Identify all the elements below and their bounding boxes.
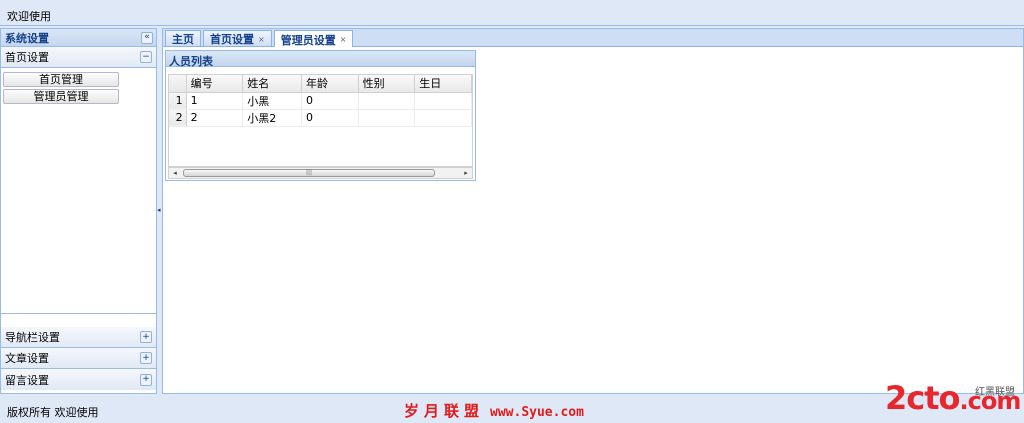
tab-label: 主页 xyxy=(172,33,194,46)
table-row[interactable]: 1 1 小黑 0 xyxy=(169,92,472,110)
splitter-arrow-icon[interactable]: ◂ xyxy=(157,206,161,214)
collapse-section-icon[interactable]: − xyxy=(140,51,152,63)
table-cell: 1 xyxy=(186,92,244,110)
row-number-header xyxy=(169,75,187,93)
close-icon[interactable]: × xyxy=(258,35,265,44)
column-header-birthday[interactable]: 生日 xyxy=(414,75,472,93)
site-logo: 2cto.com 红黑联盟 xyxy=(885,380,1021,420)
table-cell: 2 xyxy=(186,109,244,127)
person-grid-panel: 人员列表 编号 姓名 年龄 性别 生日 1 1 小黑 0 2 2 小黑2 0 ◂… xyxy=(165,50,476,181)
table-cell: 小黑 xyxy=(242,92,302,110)
logo-cn: 红黑联盟 xyxy=(975,387,1015,398)
expand-section-icon[interactable]: + xyxy=(140,331,152,343)
watermark-text: 岁月联盟 www.Syue.com xyxy=(404,400,584,421)
table-cell xyxy=(414,109,472,127)
row-number: 2 xyxy=(169,109,187,127)
horizontal-scrollbar[interactable]: ◂ ||| ▸ xyxy=(168,167,473,179)
accordion-header-nav-settings[interactable]: 导航栏设置 + xyxy=(1,327,156,348)
top-banner: 欢迎使用 xyxy=(0,0,1024,26)
home-manage-button[interactable]: 首页管理 xyxy=(3,72,119,87)
tab-label: 管理员设置 xyxy=(280,33,336,47)
admin-manage-button[interactable]: 管理员管理 xyxy=(3,89,119,104)
table-cell: 0 xyxy=(301,92,359,110)
collapse-west-icon[interactable]: « xyxy=(141,31,153,44)
tab-strip: 主页 首页设置 × 管理员设置 × xyxy=(163,29,1023,47)
center-panel: 主页 首页设置 × 管理员设置 × 人员列表 编号 姓名 年龄 性别 生日 1 … xyxy=(162,28,1024,394)
west-panel-title: 系统设置 xyxy=(5,31,49,45)
tab-home[interactable]: 主页 xyxy=(165,30,201,46)
row-number: 1 xyxy=(169,92,187,110)
scroll-left-icon[interactable]: ◂ xyxy=(169,168,181,178)
person-grid: 编号 姓名 年龄 性别 生日 1 1 小黑 0 2 2 小黑2 0 xyxy=(168,74,473,167)
grid-panel-title: 人员列表 xyxy=(166,51,475,68)
accordion-label: 导航栏设置 xyxy=(5,331,60,344)
column-header-id[interactable]: 编号 xyxy=(186,75,244,93)
watermark-url: www.Syue.com xyxy=(490,405,584,420)
west-panel-header: 系统设置 « xyxy=(1,29,156,47)
expand-section-icon[interactable]: + xyxy=(140,373,152,386)
accordion-label: 文章设置 xyxy=(5,352,49,365)
expand-section-icon[interactable]: + xyxy=(140,352,152,364)
close-icon[interactable]: × xyxy=(340,35,347,44)
watermark-name: 岁月联盟 xyxy=(404,402,485,420)
accordion-label: 留言设置 xyxy=(5,373,49,387)
accordion-header-home-settings[interactable]: 首页设置 − xyxy=(1,47,156,68)
table-cell xyxy=(358,92,416,110)
accordion-header-article-settings[interactable]: 文章设置 + xyxy=(1,348,156,369)
column-header-gender[interactable]: 性别 xyxy=(358,75,416,93)
table-cell xyxy=(358,109,416,127)
accordion-label: 首页设置 xyxy=(5,51,49,64)
table-row[interactable]: 2 2 小黑2 0 xyxy=(169,109,472,127)
west-panel: 系统设置 « 首页设置 − 首页管理 管理员管理 导航栏设置 + 文章设置 + … xyxy=(0,28,157,394)
copyright-text: 版权所有 欢迎使用 xyxy=(7,406,99,419)
tab-home-settings[interactable]: 首页设置 × xyxy=(203,30,272,46)
footer-bar: 版权所有 欢迎使用 岁月联盟 www.Syue.com xyxy=(0,396,1024,423)
column-header-age[interactable]: 年龄 xyxy=(301,75,359,93)
column-header-name[interactable]: 姓名 xyxy=(242,75,302,93)
accordion-body-home-settings: 首页管理 管理员管理 xyxy=(1,68,156,314)
tab-admin-settings[interactable]: 管理员设置 × xyxy=(273,30,354,47)
welcome-text: 欢迎使用 xyxy=(7,10,51,23)
scrollbar-thumb[interactable]: ||| xyxy=(183,169,435,177)
table-cell: 小黑2 xyxy=(242,109,302,127)
grid-header-row: 编号 姓名 年龄 性别 生日 xyxy=(169,75,472,93)
table-cell xyxy=(414,92,472,110)
scroll-right-icon[interactable]: ▸ xyxy=(460,168,472,178)
table-cell: 0 xyxy=(301,109,359,127)
accordion-header-message-settings[interactable]: 留言设置 + xyxy=(1,369,156,390)
tab-label: 首页设置 xyxy=(210,33,254,46)
